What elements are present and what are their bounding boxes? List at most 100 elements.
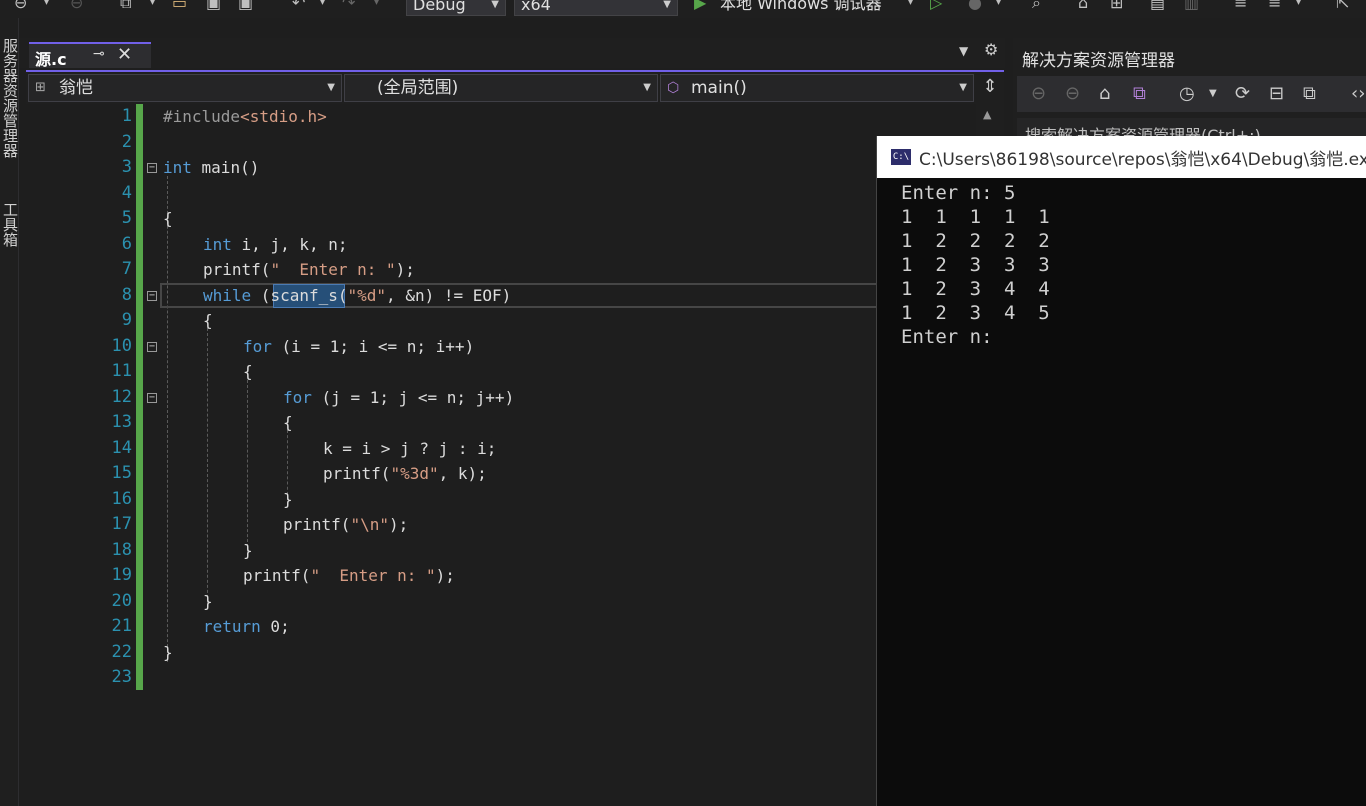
home-icon[interactable]: ⌂ bbox=[1099, 83, 1110, 104]
indent-guide bbox=[207, 328, 208, 608]
collapse-icon[interactable]: − bbox=[147, 163, 157, 173]
platform-select[interactable]: x64 ▼ bbox=[514, 0, 678, 16]
indicator-margin bbox=[26, 104, 54, 806]
share-icon[interactable]: ⇱ bbox=[1336, 0, 1349, 12]
collapse-all-icon[interactable]: ⊟ bbox=[1269, 83, 1284, 104]
console-line: 1 2 3 4 5 bbox=[901, 302, 1050, 324]
indent-icon[interactable]: ≡ bbox=[1234, 0, 1247, 12]
save-all-icon[interactable]: ▣ bbox=[238, 0, 253, 12]
pin-icon[interactable]: ⊸ bbox=[93, 46, 105, 62]
start-debugger-button[interactable]: 本地 Windows 调试器 bbox=[720, 0, 882, 14]
solution-explorer-title: 解决方案资源管理器 bbox=[1022, 51, 1175, 71]
line-number: 4 bbox=[121, 182, 132, 203]
collapse-icon[interactable]: − bbox=[147, 393, 157, 403]
find-icon[interactable]: ⌕ bbox=[1032, 0, 1041, 12]
scope-select[interactable]: (全局范围) ▼ bbox=[344, 74, 658, 102]
code-line-7: printf(" Enter n: "); bbox=[203, 260, 415, 279]
code-line-11: { bbox=[243, 362, 253, 381]
chevron-down-icon[interactable]: ▾ bbox=[44, 0, 49, 12]
chevron-down-icon[interactable]: ▾ bbox=[908, 0, 913, 12]
line-number: 15 bbox=[111, 463, 132, 483]
code-line-13: { bbox=[283, 413, 293, 432]
indent-guide bbox=[247, 380, 248, 552]
close-icon[interactable]: ✕ bbox=[117, 44, 132, 65]
vs-switch-view-icon[interactable]: ⧉ bbox=[1133, 83, 1146, 104]
code-view-icon[interactable]: ‹› bbox=[1351, 83, 1365, 104]
project-select[interactable]: ⊞ 翁恺 ▼ bbox=[28, 74, 342, 102]
home-icon[interactable]: ⌂ bbox=[1078, 0, 1088, 12]
line-number: 19 bbox=[111, 565, 132, 585]
console-line: 1 2 3 4 4 bbox=[901, 278, 1050, 300]
open-folder-icon[interactable]: ▭ bbox=[172, 0, 187, 12]
uncomment-icon[interactable]: ▥ bbox=[1184, 0, 1199, 12]
console-line: Enter n: 5 bbox=[901, 182, 1016, 204]
config-select[interactable]: Debug ▼ bbox=[406, 0, 506, 16]
console-line: 1 2 2 2 2 bbox=[901, 230, 1050, 252]
code-line-21: return 0; bbox=[203, 617, 290, 636]
code-line-20: } bbox=[203, 592, 213, 611]
line-number: 2 bbox=[121, 131, 132, 152]
chevron-down-icon: ▼ bbox=[491, 0, 499, 10]
chevron-down-icon[interactable]: ▾ bbox=[320, 0, 325, 12]
comment-icon[interactable]: ▤ bbox=[1150, 0, 1165, 12]
console-titlebar[interactable]: C:\ C:\Users\86198\source\repos\翁恺\x64\D… bbox=[877, 136, 1366, 178]
tab-title: 源.c bbox=[35, 50, 67, 69]
back-icon[interactable]: ⊖ bbox=[14, 0, 27, 12]
undo-icon[interactable]: ↶ bbox=[292, 0, 305, 12]
tab-source-c[interactable]: 源.c ⊸ ✕ bbox=[29, 42, 151, 69]
code-line-17: printf("\n"); bbox=[283, 515, 409, 534]
line-number: 13 bbox=[111, 412, 132, 432]
line-number: 16 bbox=[111, 488, 132, 509]
member-value: main() bbox=[691, 78, 747, 98]
line-number: 10 bbox=[111, 335, 132, 356]
line-number: 7 bbox=[121, 259, 132, 279]
server-explorer-tab[interactable]: 服务器资源管理器 bbox=[0, 38, 21, 158]
new-item-icon[interactable]: ⧉ bbox=[120, 0, 131, 12]
collapse-icon[interactable]: − bbox=[147, 291, 157, 301]
outdent-icon[interactable]: ≡ bbox=[1268, 0, 1281, 12]
record-icon[interactable]: ● bbox=[968, 0, 982, 12]
refresh-icon[interactable]: ⟳ bbox=[1235, 83, 1250, 104]
member-select[interactable]: ⬡ main() ▼ bbox=[660, 74, 974, 102]
chevron-down-icon[interactable]: ▾ bbox=[1296, 0, 1301, 12]
code-line-22: } bbox=[163, 643, 173, 662]
chevron-down-icon: ▼ bbox=[959, 82, 967, 93]
chevron-down-icon[interactable]: ▼ bbox=[1209, 88, 1217, 99]
console-window[interactable]: C:\ C:\Users\86198\source\repos\翁恺\x64\D… bbox=[876, 136, 1366, 806]
collapse-icon[interactable]: − bbox=[147, 342, 157, 352]
show-all-files-icon[interactable]: ⧉ bbox=[1303, 83, 1316, 104]
chevron-down-icon[interactable]: ▾ bbox=[996, 0, 1001, 12]
console-line: 1 2 3 3 3 bbox=[901, 254, 1050, 276]
console-icon: C:\ bbox=[891, 149, 911, 165]
config-value: Debug bbox=[413, 0, 466, 14]
back-icon[interactable]: ⊖ bbox=[1031, 83, 1046, 104]
chevron-down-icon: ▼ bbox=[327, 82, 335, 93]
bookmark-icon[interactable]: ⊞ bbox=[1110, 0, 1123, 12]
chevron-down-icon[interactable]: ▾ bbox=[374, 0, 379, 12]
split-window-icon[interactable]: ⇕ bbox=[978, 74, 1002, 102]
line-number: 23 bbox=[111, 667, 132, 687]
change-tracking-bar bbox=[136, 104, 143, 690]
line-number: 22 bbox=[111, 641, 132, 662]
code-line-6: int i, j, k, n; bbox=[203, 235, 348, 254]
tab-list-dropdown-icon[interactable]: ▼ bbox=[959, 44, 968, 58]
platform-value: x64 bbox=[521, 0, 551, 14]
chevron-down-icon: ▼ bbox=[663, 0, 671, 10]
line-number: 21 bbox=[111, 616, 132, 636]
chevron-down-icon[interactable]: ▾ bbox=[150, 0, 155, 12]
toolbox-tab[interactable]: 工具箱 bbox=[0, 202, 21, 247]
scroll-up-icon[interactable]: ▲ bbox=[983, 108, 991, 121]
forward-icon[interactable]: ⊖ bbox=[1065, 83, 1080, 104]
code-editor[interactable]: 1 2 3 4 5 6 7 8 9 10 11 12 13 14 15 16 17 18 19 20 21 22 23 − … bbox=[26, 104, 1010, 806]
code-line-15: printf("%3d", k); bbox=[323, 464, 487, 483]
play-icon[interactable]: ▶ bbox=[694, 0, 706, 12]
forward-icon[interactable]: ⊖ bbox=[70, 0, 83, 12]
save-icon[interactable]: ▣ bbox=[206, 0, 221, 12]
editor-tab-bar: 源.c ⊸ ✕ ▼ ⚙ bbox=[19, 38, 1005, 69]
start-without-debug-icon[interactable]: ▷ bbox=[930, 0, 942, 12]
line-number: 18 bbox=[111, 539, 132, 560]
gear-icon[interactable]: ⚙ bbox=[984, 40, 998, 59]
redo-icon[interactable]: ↷ bbox=[342, 0, 355, 12]
pending-changes-icon[interactable]: ◷ bbox=[1179, 83, 1195, 104]
console-line: 1 1 1 1 1 bbox=[901, 206, 1050, 228]
